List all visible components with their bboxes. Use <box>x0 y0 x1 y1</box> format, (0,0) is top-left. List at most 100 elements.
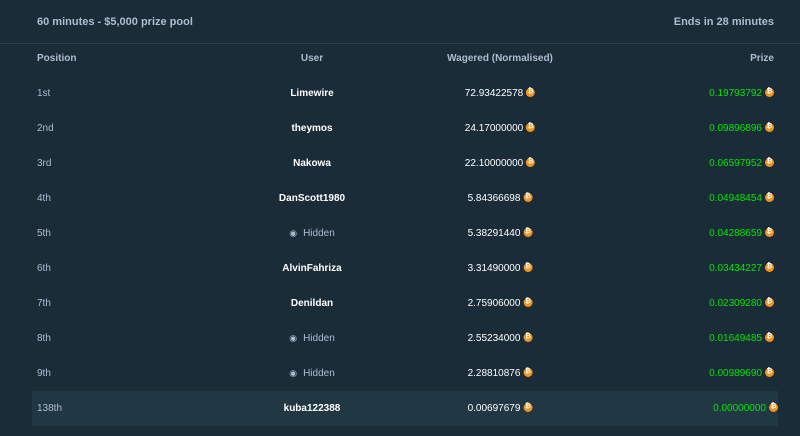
bitcoin-icon <box>765 297 774 307</box>
table-row: 1st Limewire 72.93422578 0.19793792 <box>0 76 800 111</box>
leaderboard-header: 60 minutes - $5,000 prize pool Ends in 2… <box>0 0 800 44</box>
table-row: 2nd theymos 24.17000000 0.09896896 <box>0 111 800 146</box>
column-wagered: Wagered (Normalised) <box>447 53 553 64</box>
row-prize: 0.03434227 <box>709 262 774 274</box>
row-wagered: 2.75906000 <box>467 297 533 309</box>
bitcoin-icon <box>523 262 533 272</box>
row-wagered: 72.93422578 <box>464 87 536 99</box>
row-user[interactable]: theymos <box>291 123 332 134</box>
row-position: 7th <box>37 298 51 309</box>
bitcoin-icon <box>765 367 774 377</box>
row-wagered-value: 72.93422578 <box>464 88 524 99</box>
row-position: 5th <box>37 228 51 239</box>
table-row: 9th ◉ Hidden 2.28810876 0.00989690 <box>0 356 800 391</box>
row-wagered-value: 2.75906000 <box>467 298 521 309</box>
row-prize: 0.19793792 <box>709 87 774 99</box>
bitcoin-icon <box>765 122 774 132</box>
bitcoin-icon <box>526 87 536 97</box>
table-header: Position User Wagered (Normalised) Prize <box>0 44 800 74</box>
incognito-icon: ◉ <box>289 368 298 378</box>
row-user[interactable]: Nakowa <box>293 158 331 169</box>
bitcoin-icon <box>526 122 536 132</box>
row-position: 8th <box>37 333 51 344</box>
row-prize-value: 0.00000000 <box>713 403 766 414</box>
row-wagered: 5.84366698 <box>467 192 533 204</box>
row-wagered: 24.17000000 <box>464 122 536 134</box>
bitcoin-icon <box>523 402 533 412</box>
row-prize-value: 0.19793792 <box>709 88 762 99</box>
race-ends-timer: Ends in 28 minutes <box>673 16 774 28</box>
row-prize: 0.06597952 <box>709 157 774 169</box>
row-position: 138th <box>37 403 63 414</box>
row-prize: 0.04288659 <box>709 227 774 239</box>
bitcoin-icon <box>523 367 533 377</box>
row-prize-value: 0.04948454 <box>709 193 762 204</box>
row-position: 1st <box>37 88 51 99</box>
bitcoin-icon <box>523 332 533 342</box>
row-user[interactable]: DanScott1980 <box>279 193 345 204</box>
row-wagered-value: 24.17000000 <box>464 123 524 134</box>
bitcoin-icon <box>765 332 774 342</box>
row-wagered-value: 5.38291440 <box>467 228 521 239</box>
row-prize-value: 0.09896896 <box>709 123 762 134</box>
bitcoin-icon <box>765 227 774 237</box>
bitcoin-icon <box>765 262 774 272</box>
row-wagered: 5.38291440 <box>467 227 533 239</box>
row-username: AlvinFahriza <box>282 263 342 274</box>
incognito-icon: ◉ <box>289 228 298 238</box>
row-wagered: 0.00697679 <box>468 402 533 414</box>
table-row: 3rd Nakowa 22.10000000 0.06597952 <box>0 146 800 181</box>
row-wagered-value: 5.84366698 <box>467 193 521 204</box>
table-row: 5th ◉ Hidden 5.38291440 0.04288659 <box>0 216 800 251</box>
table-row: 6th AlvinFahriza 3.31490000 0.03434227 <box>0 251 800 286</box>
row-position: 6th <box>37 263 51 274</box>
row-username: DanScott1980 <box>278 193 346 204</box>
row-prize: 0.09896896 <box>709 122 774 134</box>
incognito-icon: ◉ <box>289 333 298 343</box>
bitcoin-icon <box>523 227 533 237</box>
row-user[interactable]: kuba122388 <box>284 403 341 414</box>
row-username: theymos <box>291 123 333 134</box>
row-username: Hidden <box>303 368 335 379</box>
row-prize-value: 0.01649485 <box>709 333 762 344</box>
race-title: 60 minutes - $5,000 prize pool <box>37 16 193 28</box>
row-user-hidden: ◉ Hidden <box>289 228 335 239</box>
row-prize: 0.00000000 <box>713 402 778 414</box>
row-prize-value: 0.00989690 <box>709 368 762 379</box>
bitcoin-icon <box>769 402 778 412</box>
bitcoin-icon <box>523 192 533 202</box>
row-username: Hidden <box>303 228 335 239</box>
row-user[interactable]: AlvinFahriza <box>282 263 341 274</box>
bitcoin-icon <box>523 297 533 307</box>
row-prize-value: 0.02309280 <box>709 298 762 309</box>
row-wagered: 3.31490000 <box>468 262 533 274</box>
bitcoin-icon <box>765 157 774 167</box>
bitcoin-icon <box>765 192 774 202</box>
table-row: 7th Denildan 2.75906000 0.02309280 <box>0 286 800 321</box>
column-user: User <box>300 53 324 64</box>
column-position: Position <box>37 53 77 64</box>
row-prize: 0.04948454 <box>709 192 774 204</box>
table-row: 4th DanScott1980 5.84366698 0.04948454 <box>0 181 800 216</box>
row-prize: 0.01649485 <box>709 332 774 344</box>
table-row: 8th ◉ Hidden 2.55234000 0.01649485 <box>0 321 800 356</box>
leaderboard-table: 1st Limewire 72.93422578 0.19793792 2nd theym… <box>0 76 800 426</box>
row-wagered-value: 2.28810876 <box>467 368 521 379</box>
row-username: kuba122388 <box>283 403 341 414</box>
row-wagered-value: 22.10000000 <box>464 158 524 169</box>
row-username: Nakowa <box>293 158 331 169</box>
row-username: Hidden <box>303 333 335 344</box>
row-wagered-value: 2.55234000 <box>467 333 521 344</box>
row-user[interactable]: Denildan <box>291 298 333 309</box>
row-username: Limewire <box>290 88 334 99</box>
row-prize-value: 0.03434227 <box>709 263 762 274</box>
row-user[interactable]: Limewire <box>290 88 333 99</box>
row-wagered: 22.10000000 <box>464 157 536 169</box>
row-user-hidden: ◉ Hidden <box>289 368 335 379</box>
row-prize-value: 0.06597952 <box>709 158 762 169</box>
row-wagered: 2.55234000 <box>467 332 533 344</box>
table-row-current-user: 138th kuba122388 0.00697679 0.00000000 <box>32 391 778 426</box>
row-position: 9th <box>37 368 51 379</box>
bitcoin-icon <box>526 157 536 167</box>
row-username: Denildan <box>290 298 334 309</box>
